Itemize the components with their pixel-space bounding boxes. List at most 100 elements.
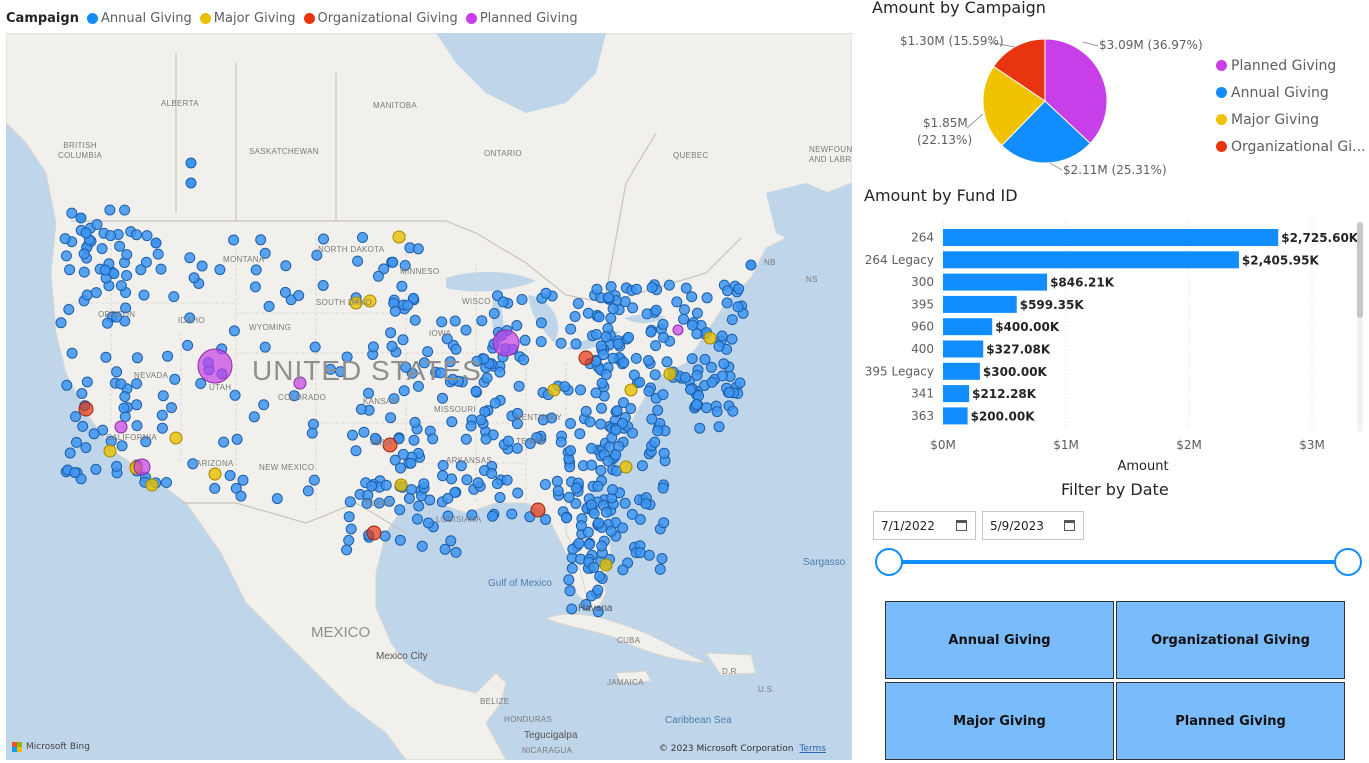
map-point-annual[interactable] [627, 427, 638, 439]
map-point-annual[interactable] [645, 326, 657, 338]
map-point-annual[interactable] [636, 460, 648, 472]
map-point-annual[interactable] [250, 264, 262, 276]
map-point-annual[interactable] [617, 564, 629, 576]
map-point-annual[interactable] [607, 352, 619, 364]
map-point-annual[interactable] [386, 340, 398, 352]
map-point-annual[interactable] [726, 314, 738, 326]
map-point-annual[interactable] [566, 562, 578, 574]
map-point-annual[interactable] [416, 540, 428, 552]
map-point-annual[interactable] [455, 460, 467, 472]
map-point-annual[interactable] [138, 289, 150, 301]
map-point-annual[interactable] [403, 492, 415, 504]
map-point-annual[interactable] [535, 336, 547, 348]
map-point-annual[interactable] [214, 264, 226, 276]
map-point-annual[interactable] [722, 285, 733, 297]
map-point-annual[interactable] [116, 440, 128, 452]
map-point-major[interactable] [599, 558, 613, 572]
map-point-annual[interactable] [114, 240, 126, 252]
map-point-annual[interactable] [512, 487, 524, 499]
map-point-annual[interactable] [465, 420, 477, 432]
map-point-annual[interactable] [678, 313, 689, 325]
map-point-annual[interactable] [412, 380, 424, 392]
map-point-organizational[interactable] [366, 525, 382, 541]
map-point-annual[interactable] [317, 280, 329, 291]
map-legend-item-planned[interactable]: Planned Giving [465, 11, 578, 26]
map-point-annual[interactable] [408, 434, 420, 446]
map-point-annual[interactable] [572, 298, 584, 309]
map-point-annual[interactable] [184, 312, 196, 324]
date-range-end-handle[interactable] [1334, 548, 1362, 576]
map-point-annual[interactable] [699, 353, 711, 365]
map-point-annual[interactable] [591, 283, 603, 295]
map-point-annual[interactable] [610, 449, 622, 461]
map-point-annual[interactable] [271, 493, 283, 505]
map-point-annual[interactable] [641, 308, 653, 320]
map-point-annual[interactable] [518, 354, 530, 366]
map-point-annual[interactable] [593, 517, 605, 529]
start-date-input[interactable]: 7/1/2022 [873, 511, 976, 540]
map-point-annual[interactable] [280, 260, 292, 272]
map-point-annual[interactable] [88, 428, 100, 440]
map-point-annual[interactable] [357, 232, 368, 243]
map-point-annual[interactable] [584, 538, 595, 550]
map-point-annual[interactable] [565, 323, 577, 335]
map-point-annual[interactable] [80, 442, 92, 454]
map-point-annual[interactable] [658, 331, 669, 343]
map-point-annual[interactable] [235, 490, 247, 502]
map-point-annual[interactable] [679, 372, 691, 383]
map-point-annual[interactable] [701, 292, 713, 304]
map-point-annual[interactable] [555, 337, 567, 349]
organizational-giving-button[interactable]: Organizational Giving [1116, 601, 1345, 679]
map-point-major[interactable] [208, 467, 222, 481]
map-point-major[interactable] [349, 296, 363, 310]
map-point-annual[interactable] [343, 534, 355, 546]
map-point-annual[interactable] [596, 402, 607, 414]
map-point-annual[interactable] [412, 243, 424, 255]
map-point-annual[interactable] [413, 500, 425, 512]
map-point-annual[interactable] [512, 407, 523, 419]
map-point-annual[interactable] [597, 349, 609, 361]
map-point-annual[interactable] [437, 392, 448, 404]
map-point-annual[interactable] [650, 304, 662, 316]
map-point-annual[interactable] [259, 341, 271, 353]
map-point-annual[interactable] [66, 207, 78, 219]
map-point-annual[interactable] [552, 485, 564, 497]
map-point-annual[interactable] [345, 523, 357, 535]
map-point-planned[interactable] [197, 348, 233, 384]
map-point-annual[interactable] [398, 385, 410, 397]
map-point-major[interactable] [619, 460, 633, 474]
map-point-annual[interactable] [691, 398, 703, 410]
map-point-annual[interactable] [383, 495, 395, 507]
map-point-annual[interactable] [118, 402, 130, 414]
map-point-annual[interactable] [347, 429, 358, 441]
bar-363[interactable] [943, 407, 968, 425]
map-point-annual[interactable] [486, 468, 498, 479]
map-point-annual[interactable] [596, 540, 608, 552]
map-point-annual[interactable] [497, 296, 509, 308]
map-point-annual[interactable] [560, 512, 572, 524]
map-point-annual[interactable] [394, 504, 406, 516]
map-point-annual[interactable] [627, 302, 639, 314]
map-point-annual[interactable] [248, 411, 260, 423]
map-point-annual[interactable] [75, 212, 87, 224]
map-point-annual[interactable] [69, 467, 81, 478]
map-point-annual[interactable] [341, 351, 353, 363]
map-point-annual[interactable] [661, 356, 673, 368]
map-point-annual[interactable] [182, 339, 194, 351]
map-point-annual[interactable] [727, 405, 739, 417]
map-point-annual[interactable] [157, 390, 169, 402]
map-point-annual[interactable] [711, 406, 723, 418]
map-point-annual[interactable] [643, 549, 655, 561]
map-point-annual[interactable] [643, 355, 654, 366]
map-point-annual[interactable] [409, 416, 421, 428]
calendar-icon[interactable] [956, 520, 967, 531]
map-point-annual[interactable] [588, 561, 600, 573]
map-point-annual[interactable] [131, 229, 142, 241]
map-point-annual[interactable] [569, 311, 581, 322]
map-point-annual[interactable] [450, 343, 462, 355]
map-point-annual[interactable] [111, 311, 123, 323]
map-point-annual[interactable] [713, 421, 725, 433]
map-point-annual[interactable] [405, 484, 417, 495]
map-point-annual[interactable] [231, 433, 243, 445]
pie-legend-item-planned[interactable]: Planned Giving [1216, 52, 1366, 79]
